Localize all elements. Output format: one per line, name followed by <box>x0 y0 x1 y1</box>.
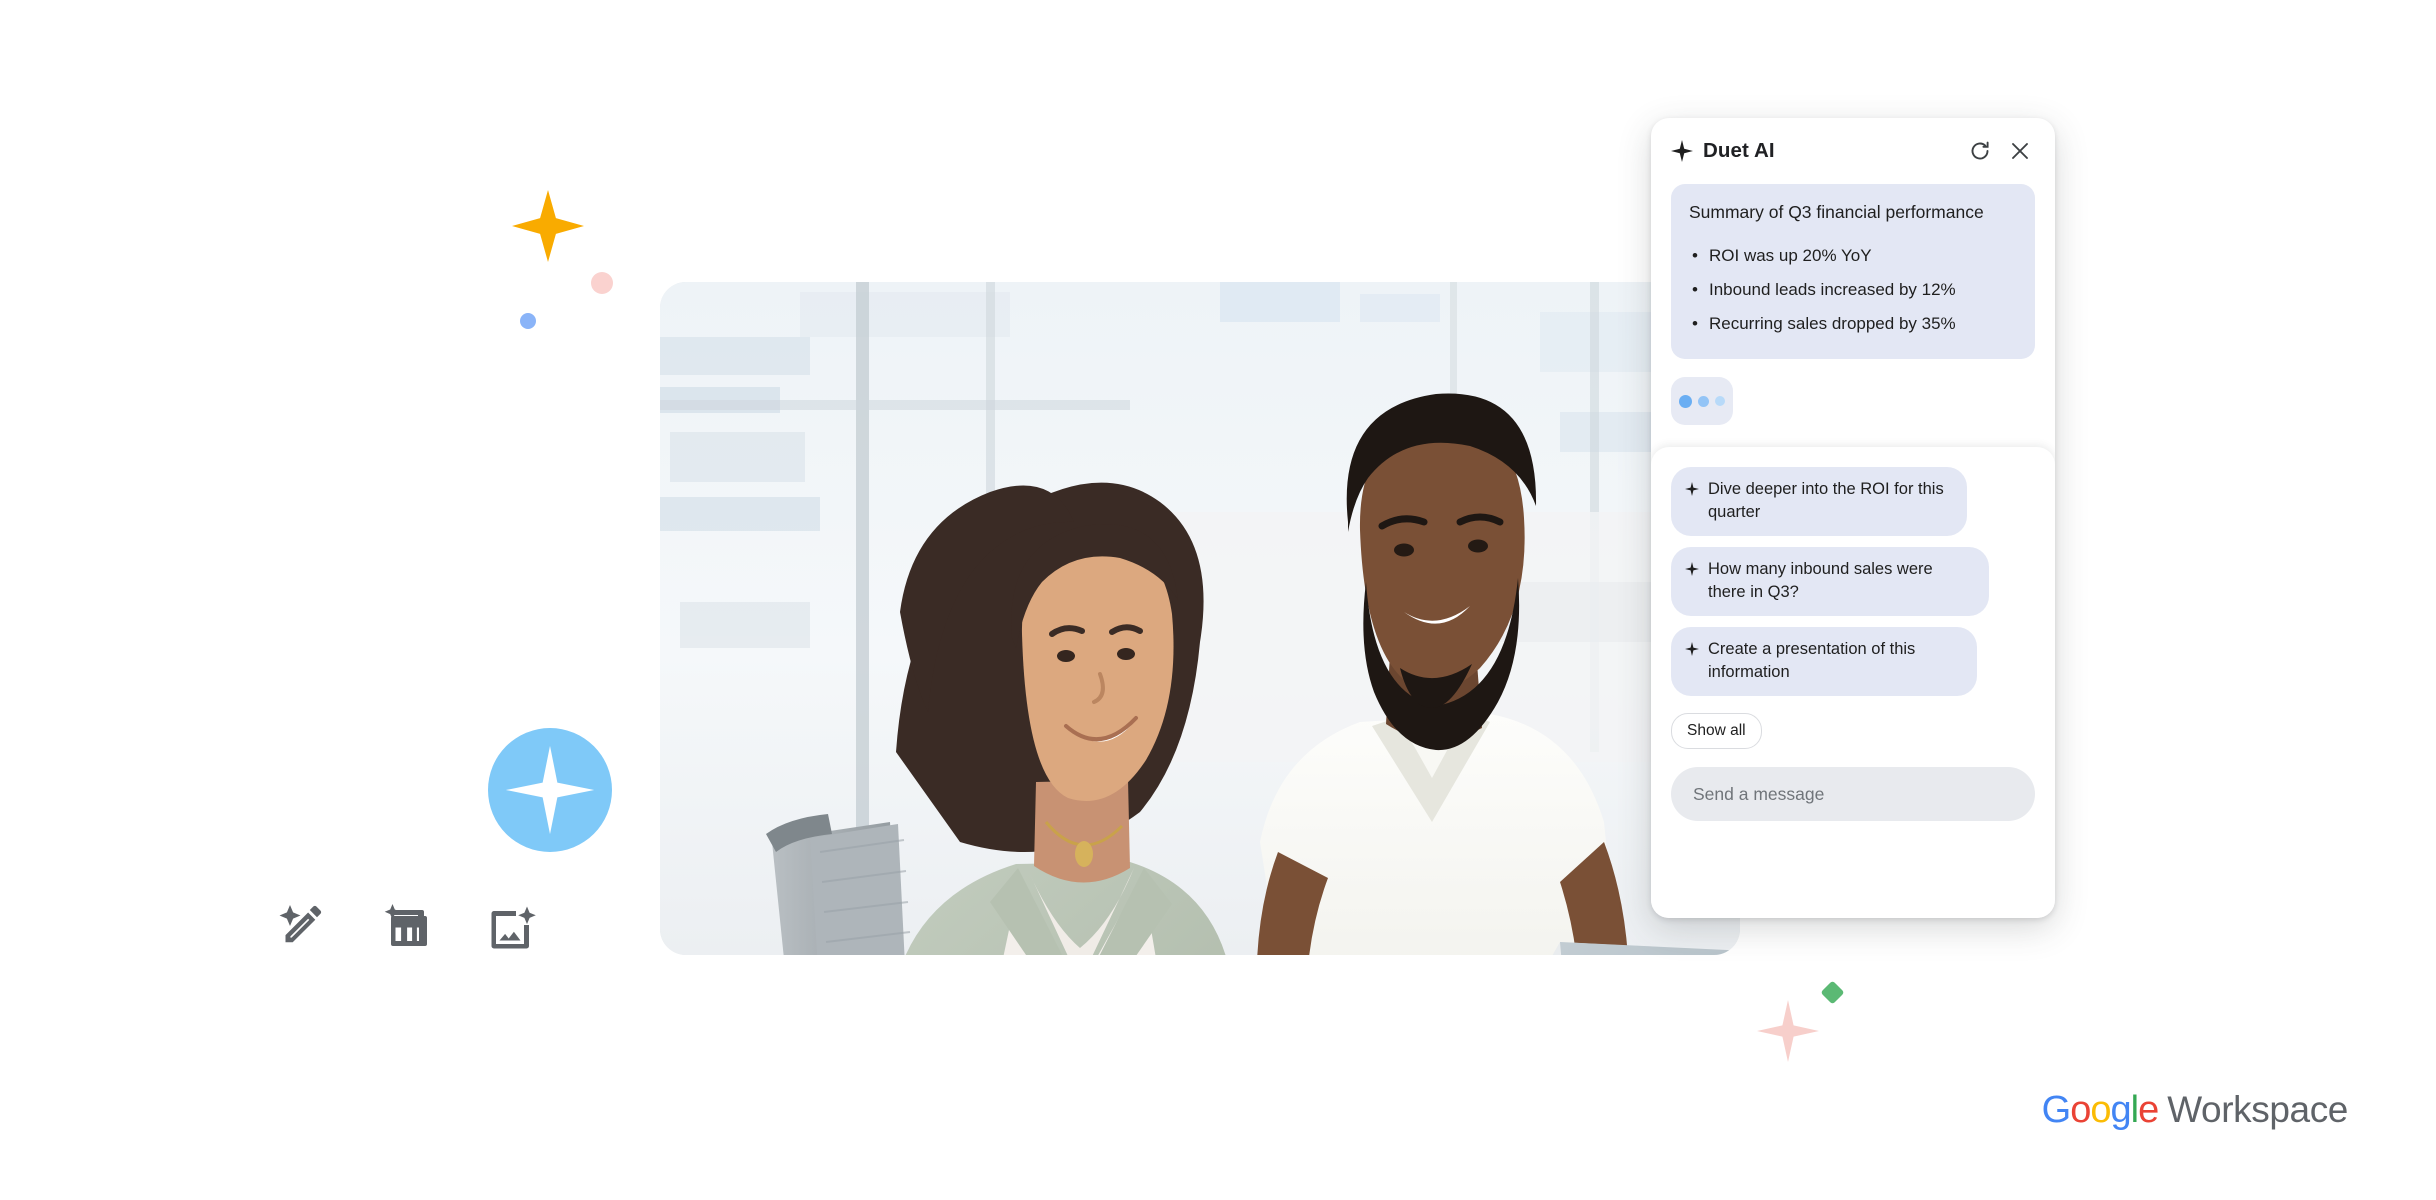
suggestions-card: Dive deeper into the ROI for this quarte… <box>1651 447 2055 918</box>
google-workspace-logo: Google Workspace <box>2041 1089 2349 1132</box>
blue-circle-decoration <box>520 313 536 329</box>
logo-letter: g <box>2110 1089 2131 1131</box>
logo-letter: e <box>2138 1089 2159 1131</box>
assistant-message-bubble: Summary of Q3 financial performance ROI … <box>1671 184 2035 359</box>
suggestion-label: How many inbound sales were there in Q3? <box>1708 560 1933 601</box>
list-item: Recurring sales dropped by 35% <box>1689 307 2017 341</box>
typing-dot <box>1715 396 1725 406</box>
workspace-wordmark: Workspace <box>2167 1089 2348 1130</box>
message-title: Summary of Q3 financial performance <box>1689 202 1984 222</box>
sparkle-badge-icon <box>488 728 612 852</box>
message-bullet-list: ROI was up 20% YoY Inbound leads increas… <box>1689 239 2017 341</box>
google-wordmark: Google <box>2041 1089 2160 1132</box>
sparkle-icon <box>1685 562 1699 576</box>
typing-indicator <box>1671 377 1733 425</box>
panel-header: Duet AI <box>1651 118 2055 176</box>
typing-dot <box>1679 394 1692 408</box>
show-all-button[interactable]: Show all <box>1671 713 1762 749</box>
close-icon[interactable] <box>2005 136 2035 166</box>
suggestion-label: Create a presentation of this informatio… <box>1708 640 1916 681</box>
screenshot-canvas: Duet AI Summary of Q3 financial performa… <box>0 0 2436 1200</box>
logo-letter: G <box>2041 1089 2072 1131</box>
sparkle-icon <box>1685 482 1699 496</box>
message-composer[interactable] <box>1671 767 2035 821</box>
typing-dot <box>1698 395 1709 407</box>
tool-icon-group <box>276 900 540 956</box>
green-diamond-decoration <box>1820 980 1845 1005</box>
suggestion-label: Dive deeper into the ROI for this quarte… <box>1708 480 1944 521</box>
sparkle-icon <box>1671 140 1693 162</box>
magic-table-icon <box>380 900 436 956</box>
yellow-sparkle-icon <box>512 190 584 262</box>
magic-image-icon <box>484 900 540 956</box>
refresh-icon[interactable] <box>1965 136 1995 166</box>
logo-letter: l <box>2130 1089 2140 1131</box>
conversation-area: Summary of Q3 financial performance ROI … <box>1651 176 2055 425</box>
pink-sparkle-icon <box>1757 1000 1819 1062</box>
suggestion-chip-1[interactable]: Dive deeper into the ROI for this quarte… <box>1671 467 1967 536</box>
message-input[interactable] <box>1693 783 2013 805</box>
suggestion-chip-3[interactable]: Create a presentation of this informatio… <box>1671 627 1977 696</box>
hero-photo <box>660 282 1740 955</box>
logo-letter: o <box>2090 1089 2111 1131</box>
list-item: ROI was up 20% YoY <box>1689 239 2017 273</box>
sparkle-icon <box>1685 642 1699 656</box>
magic-write-icon <box>276 900 332 956</box>
list-item: Inbound leads increased by 12% <box>1689 273 2017 307</box>
suggestion-chip-2[interactable]: How many inbound sales were there in Q3? <box>1671 547 1989 616</box>
pink-circle-decoration <box>591 272 613 294</box>
duet-ai-panel: Duet AI Summary of Q3 financial performa… <box>1651 118 2055 918</box>
panel-title: Duet AI <box>1703 139 1775 162</box>
logo-letter: o <box>2070 1089 2091 1131</box>
